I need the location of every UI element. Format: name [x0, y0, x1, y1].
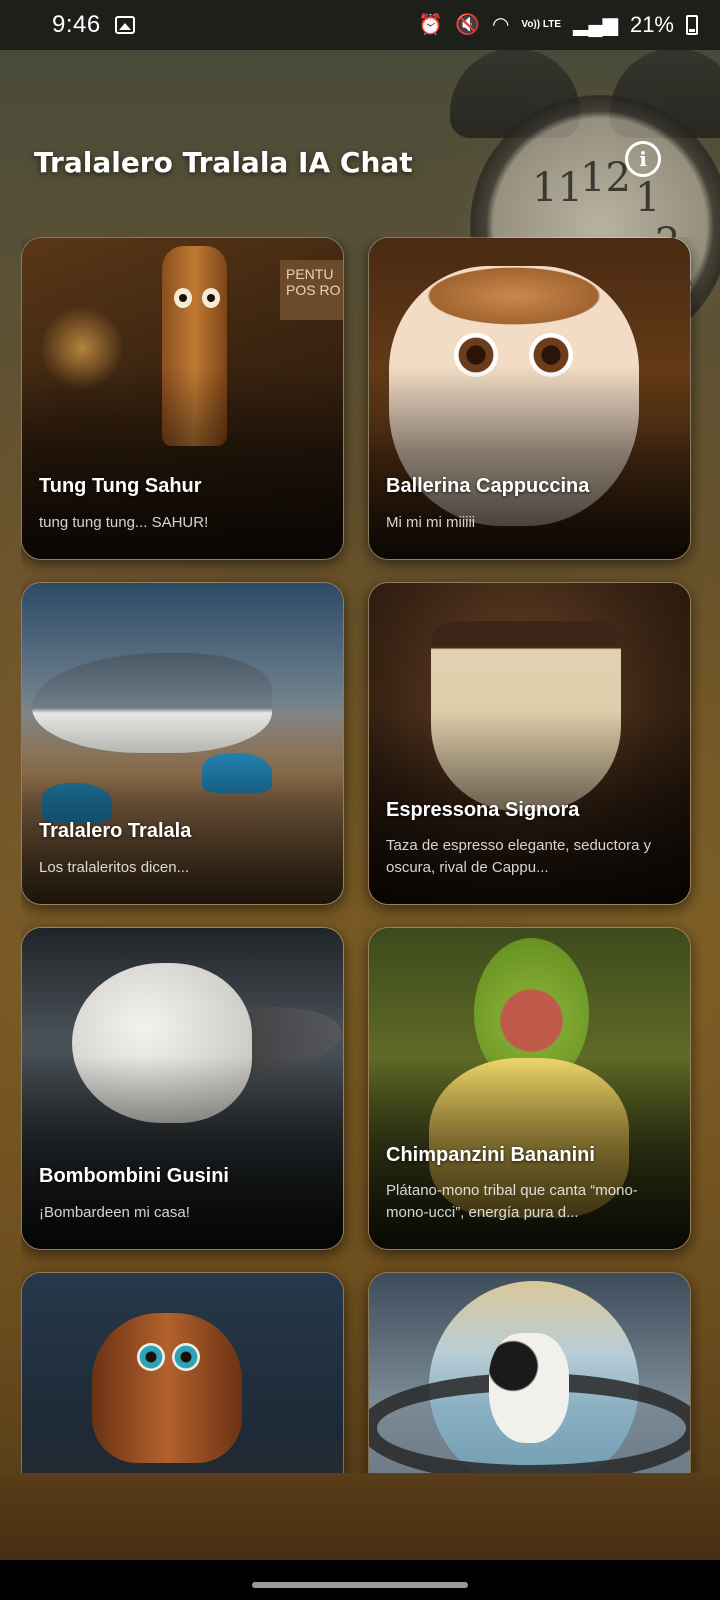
app-header: Tralalero Tralala IA Chat	[34, 140, 654, 184]
character-card-tralalero-tralala[interactable]: Tralalero Tralala Los tralaleritos dicen…	[21, 582, 344, 905]
character-name: Ballerina Cappuccina	[386, 475, 590, 497]
character-image	[369, 1273, 690, 1473]
status-icons: ⏰ 🔇 ◠ Vo)) LTE ▂▄▆ 21%	[418, 12, 698, 38]
character-card-tung-tung-sahur[interactable]: PENTU POS RO Tung Tung Sahur tung tung t…	[21, 237, 344, 560]
character-description: Plátano-mono tribal que canta “mono-mono…	[386, 1182, 638, 1221]
character-description: Taza de espresso elegante, seductora y o…	[386, 837, 652, 876]
character-name: Bombombini Gusini	[39, 1165, 229, 1187]
wifi-icon: ◠	[491, 14, 510, 36]
character-card-cow-planet[interactable]	[368, 1272, 691, 1473]
character-name: Tralalero Tralala	[39, 820, 192, 842]
info-icon: i	[639, 147, 647, 171]
character-eye	[172, 1343, 200, 1371]
character-image	[22, 1273, 343, 1473]
character-name: Tung Tung Sahur	[39, 475, 202, 497]
character-eye	[202, 288, 220, 308]
character-description: ¡Bombardeen mi casa!	[39, 1204, 190, 1221]
character-description: Mi mi mi miiiii	[386, 514, 476, 531]
alarm-icon: ⏰	[418, 14, 444, 36]
character-card-espressona-signora[interactable]: Espressona Signora Taza de espresso eleg…	[368, 582, 691, 905]
character-description: Los tralaleritos dicen...	[39, 859, 190, 876]
character-card-chimpanzini-bananini[interactable]: Chimpanzini Bananini Plátano-mono tribal…	[368, 927, 691, 1250]
character-eye	[137, 1343, 165, 1371]
character-name: Chimpanzini Bananini	[386, 1144, 595, 1166]
character-figure	[92, 1313, 242, 1463]
status-bar: 9:46 ⏰ 🔇 ◠ Vo)) LTE ▂▄▆ 21%	[0, 0, 720, 50]
mute-icon: 🔇	[455, 14, 480, 36]
character-grid[interactable]: PENTU POS RO Tung Tung Sahur tung tung t…	[21, 237, 701, 1473]
lte-indicator: Vo)) LTE	[521, 19, 562, 30]
character-card-bombombini-gusini[interactable]: Bombombini Gusini ¡Bombardeen mi casa!	[21, 927, 344, 1250]
character-name: Espressona Signora	[386, 799, 580, 821]
character-card-ballerina-cappuccina[interactable]: Ballerina Cappuccina Mi mi mi miiiii	[368, 237, 691, 560]
character-eye	[174, 288, 192, 308]
status-time: 9:46	[52, 11, 101, 38]
image-icon	[114, 16, 135, 34]
character-description: tung tung tung... SAHUR!	[39, 514, 209, 531]
app-screen: 11 12 1 2 3 9:46 ⏰ 🔇 ◠ Vo)) LTE ▂▄▆ 21% …	[0, 0, 720, 1600]
bottom-background	[0, 1473, 720, 1560]
character-figure	[489, 1333, 569, 1443]
character-card-teapot[interactable]	[21, 1272, 344, 1473]
battery-percent: 21%	[629, 12, 674, 37]
signal-icon: ▂▄▆	[573, 14, 618, 36]
home-gesture-handle[interactable]	[252, 1582, 468, 1588]
system-nav-bar	[0, 1560, 720, 1600]
background-sign: PENTU POS RO	[280, 260, 343, 320]
app-title: Tralalero Tralala IA Chat	[34, 145, 413, 179]
info-button[interactable]: i	[625, 141, 661, 177]
battery-icon	[686, 15, 698, 35]
